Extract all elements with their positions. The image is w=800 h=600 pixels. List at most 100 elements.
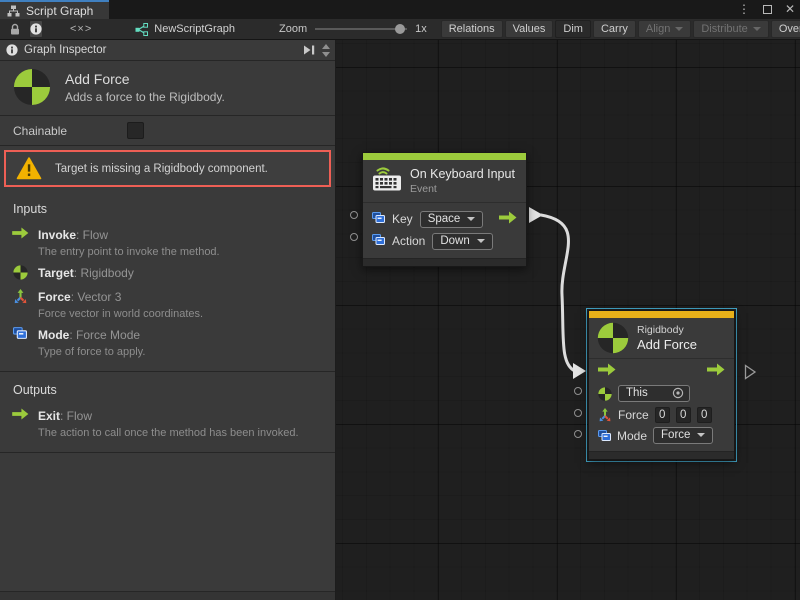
- maximize-icon[interactable]: [763, 5, 772, 14]
- dock-panel-icon[interactable]: [303, 45, 316, 55]
- zoom-slider[interactable]: [315, 28, 407, 30]
- chevron-down-icon: [675, 27, 683, 31]
- enum-icon: [372, 234, 385, 248]
- io-row-invoke: Invoke: Flow The entry point to invoke t…: [0, 224, 335, 262]
- warning-box: Target is missing a Rigidbody component.: [4, 150, 331, 187]
- io-row-target: Target: Rigidbody: [0, 262, 335, 286]
- force-z-field[interactable]: 0: [697, 407, 712, 423]
- overview-button[interactable]: Overview: [771, 20, 800, 38]
- mode-label: Mode: [617, 429, 647, 443]
- toolbar-toggles: Relations Values Dim Carry Align Distrib…: [441, 20, 800, 38]
- action-label: Action: [392, 234, 425, 248]
- this-input-port[interactable]: [574, 387, 582, 395]
- graph-inspector-panel: Graph Inspector Add Force Adds a force t…: [0, 40, 336, 600]
- window-controls: ⋮ ✕: [738, 1, 795, 17]
- force-y-field[interactable]: 0: [676, 407, 691, 423]
- enum-icon: [372, 212, 385, 226]
- force-x-field[interactable]: 0: [655, 407, 670, 423]
- chainable-checkbox[interactable]: [127, 122, 144, 139]
- vector3-icon: [11, 288, 29, 320]
- flow-input-port[interactable]: [598, 363, 616, 381]
- node-on-keyboard-input[interactable]: On Keyboard Input Event Key Space: [362, 152, 527, 267]
- zoom-control: Zoom 1x: [279, 23, 427, 35]
- info-icon: [6, 44, 18, 56]
- zoom-label: Zoom: [279, 23, 307, 35]
- script-graph-window: Script Graph ⋮ ✕ <×> NewScriptGraph Zoom…: [0, 0, 800, 600]
- inputs-section: Inputs Invoke: Flow The entry point to i…: [0, 191, 335, 372]
- flow-output-port[interactable]: [707, 363, 725, 381]
- node-header[interactable]: Rigidbody Add Force: [589, 318, 734, 358]
- unit-description: Adds a force to the Rigidbody.: [65, 90, 225, 104]
- values-button[interactable]: Values: [505, 20, 554, 38]
- node-title: On Keyboard Input: [410, 167, 515, 181]
- flow-ports-row: [589, 361, 734, 383]
- chevron-down-icon: [467, 217, 475, 221]
- wire-start-arrow-icon: [529, 207, 543, 223]
- graph-canvas[interactable]: On Keyboard Input Event Key Space: [336, 40, 800, 600]
- enum-icon: [11, 326, 29, 358]
- action-port-row: Action Down: [363, 230, 526, 252]
- key-port-row: Key Space: [363, 208, 526, 230]
- key-dropdown[interactable]: Space: [420, 211, 484, 228]
- node-body: Key Space Action Down: [363, 202, 526, 258]
- inspector-toggle-button[interactable]: [29, 20, 43, 38]
- overflow-menu-icon[interactable]: ⋮: [738, 1, 750, 17]
- vector3-icon: [598, 408, 612, 422]
- action-input-port[interactable]: [350, 233, 358, 241]
- this-object-field[interactable]: This: [618, 385, 690, 402]
- chevron-down-icon: [477, 239, 485, 243]
- action-dropdown[interactable]: Down: [432, 233, 492, 250]
- graph-inspector-header: Graph Inspector: [0, 40, 335, 61]
- force-label: Force: [618, 408, 649, 422]
- info-icon: [30, 23, 42, 35]
- key-input-port[interactable]: [350, 211, 358, 219]
- relations-button[interactable]: Relations: [441, 20, 503, 38]
- node-supertitle: Rigidbody: [637, 324, 697, 336]
- lock-icon[interactable]: [8, 22, 22, 36]
- unconnected-flow-arrow-icon[interactable]: [744, 364, 757, 385]
- keyboard-icon: [372, 166, 402, 196]
- distribute-button[interactable]: Distribute: [693, 20, 768, 38]
- node-color-bar: [363, 153, 526, 160]
- graph-toolbar: <×> NewScriptGraph Zoom 1x Relations Val…: [0, 19, 800, 40]
- tab-script-graph[interactable]: Script Graph: [0, 0, 109, 19]
- chevron-down-icon: [697, 433, 705, 437]
- io-row-exit: Exit: Flow The action to call once the m…: [0, 405, 335, 443]
- flow-arrow-icon: [11, 407, 29, 439]
- zoom-slider-handle[interactable]: [395, 24, 405, 34]
- rigidbody-checker-icon: [598, 387, 612, 401]
- force-port-row: Force 0 0 0: [589, 404, 734, 425]
- scroll-up-icon[interactable]: [322, 44, 330, 49]
- close-icon[interactable]: ✕: [785, 1, 795, 17]
- scroll-down-icon[interactable]: [322, 52, 330, 57]
- wire-end-arrow-icon: [573, 363, 586, 379]
- unit-summary: Add Force Adds a force to the Rigidbody.: [0, 61, 335, 116]
- enum-icon: [598, 430, 611, 441]
- force-input-port[interactable]: [574, 409, 582, 417]
- node-footer: [363, 258, 526, 266]
- panel-scroll-spinner[interactable]: [322, 44, 330, 57]
- zoom-value: 1x: [415, 23, 427, 35]
- tab-bar: Script Graph ⋮ ✕: [0, 0, 800, 19]
- io-row-mode: Mode: Force Mode Type of force to apply.: [0, 324, 335, 362]
- node-footer: [589, 451, 734, 459]
- mode-dropdown[interactable]: Force: [653, 427, 713, 444]
- node-add-force[interactable]: Rigidbody Add Force: [588, 310, 735, 460]
- node-color-bar: [589, 311, 734, 318]
- chainable-row: Chainable: [0, 116, 335, 146]
- mode-input-port[interactable]: [574, 430, 582, 438]
- mode-port-row: Mode Force: [589, 425, 734, 446]
- inputs-header: Inputs: [0, 198, 335, 224]
- flow-output-port[interactable]: [499, 211, 517, 227]
- this-port-row: This: [589, 383, 734, 404]
- dim-button[interactable]: Dim: [555, 20, 591, 38]
- carry-button[interactable]: Carry: [593, 20, 636, 38]
- code-view-icon[interactable]: <×>: [70, 23, 92, 35]
- key-label: Key: [392, 212, 413, 226]
- node-header[interactable]: On Keyboard Input Event: [363, 160, 526, 202]
- io-row-force: Force: Vector 3 Force vector in world co…: [0, 286, 335, 324]
- object-picker-icon[interactable]: [672, 387, 684, 399]
- align-button[interactable]: Align: [638, 20, 691, 38]
- graph-hierarchy-icon: [7, 5, 20, 17]
- graph-asset-reference[interactable]: NewScriptGraph: [135, 23, 235, 36]
